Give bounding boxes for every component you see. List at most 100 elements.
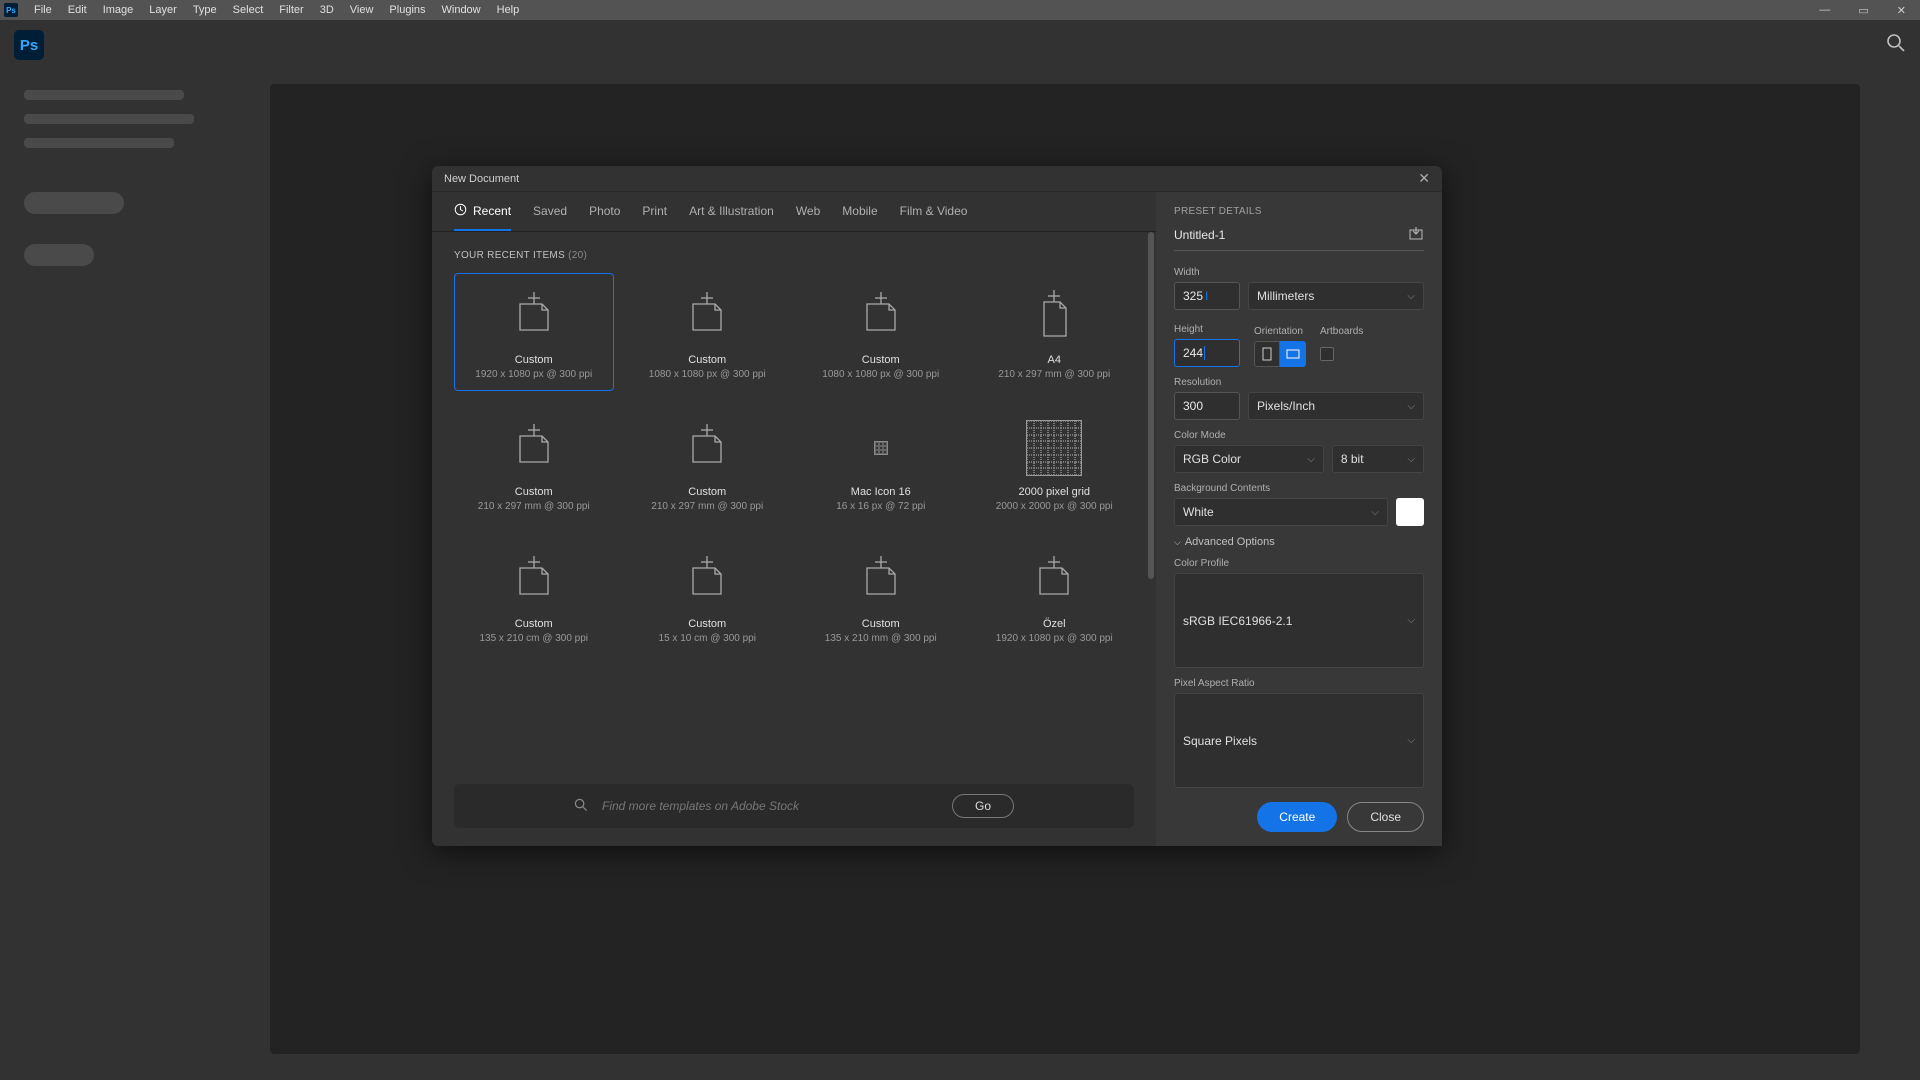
preset-name: A4 [1048, 354, 1061, 366]
adobe-stock-search: Find more templates on Adobe Stock Go [454, 784, 1134, 828]
preset-item[interactable]: Mac Icon 1616 x 16 px @ 72 ppi [801, 405, 961, 523]
skeleton-line [24, 90, 184, 100]
artboards-checkbox[interactable] [1320, 347, 1334, 361]
preset-dims: 210 x 297 mm @ 300 ppi [651, 501, 763, 512]
preset-name: Custom [688, 354, 726, 366]
tab-saved[interactable]: Saved [533, 192, 567, 231]
preset-thumb-icon [679, 552, 735, 608]
menu-window[interactable]: Window [434, 4, 489, 16]
preset-item[interactable]: Custom135 x 210 cm @ 300 ppi [454, 537, 614, 655]
preset-item[interactable]: Custom1080 x 1080 px @ 300 ppi [628, 273, 788, 391]
menu-image[interactable]: Image [95, 4, 142, 16]
minimize-icon[interactable]: — [1811, 4, 1838, 16]
recent-icon [454, 203, 467, 219]
tab-print[interactable]: Print [642, 192, 667, 231]
orientation-landscape-button[interactable] [1280, 341, 1306, 367]
close-window-icon[interactable]: ✕ [1889, 4, 1914, 17]
new-document-dialog: New Document ✕ Recent Saved Photo Print Art … [432, 166, 1442, 846]
preset-thumb-icon [1026, 288, 1082, 344]
preset-dims: 210 x 297 mm @ 300 ppi [478, 501, 590, 512]
menu-layer[interactable]: Layer [141, 4, 185, 16]
preset-dims: 15 x 10 cm @ 300 ppi [659, 633, 756, 644]
tab-web[interactable]: Web [796, 192, 820, 231]
background-color-swatch[interactable] [1396, 498, 1424, 526]
go-button[interactable]: Go [952, 794, 1014, 818]
menu-file[interactable]: File [26, 4, 60, 16]
bit-depth-select[interactable]: 8 bit⌵ [1332, 445, 1424, 473]
preset-thumb-icon [506, 420, 562, 476]
preset-name: Custom [862, 618, 900, 630]
maximize-icon[interactable]: ▭ [1850, 4, 1876, 17]
app-toolbar: Ps [0, 20, 1920, 70]
color-profile-select[interactable]: sRGB IEC61966-2.1⌵ [1174, 573, 1424, 668]
save-preset-icon[interactable] [1408, 225, 1424, 244]
tab-mobile[interactable]: Mobile [842, 192, 877, 231]
preset-thumb-icon [853, 420, 909, 476]
menubar: Ps FileEditImageLayerTypeSelectFilter3DV… [0, 0, 1920, 20]
preset-item[interactable]: Özel1920 x 1080 px @ 300 ppi [975, 537, 1135, 655]
resolution-units-select[interactable]: Pixels/Inch⌵ [1248, 392, 1424, 420]
width-input[interactable]: 325I [1174, 282, 1240, 310]
preset-dims: 135 x 210 mm @ 300 ppi [825, 633, 937, 644]
scrollbar[interactable] [1148, 232, 1154, 774]
chevron-down-icon: ⌵ [1174, 537, 1181, 548]
preset-dims: 1080 x 1080 px @ 300 ppi [822, 369, 939, 380]
preset-item[interactable]: 2000 pixel grid2000 x 2000 px @ 300 ppi [975, 405, 1135, 523]
menu-filter[interactable]: Filter [271, 4, 311, 16]
background-contents-select[interactable]: White⌵ [1174, 498, 1388, 526]
preset-item[interactable]: Custom210 x 297 mm @ 300 ppi [454, 405, 614, 523]
colormode-label: Color Mode [1174, 430, 1424, 441]
preset-name: Custom [688, 618, 726, 630]
preset-item[interactable]: Custom 15 x 10 cm @ 300 ppi [628, 537, 788, 655]
orientation-portrait-button[interactable] [1254, 341, 1280, 367]
width-label: Width [1174, 267, 1424, 278]
preset-dims: 1920 x 1080 px @ 300 ppi [996, 633, 1113, 644]
chevron-down-icon: ⌵ [1371, 507, 1379, 518]
document-name-input[interactable]: Untitled-1 [1174, 228, 1400, 242]
preset-item[interactable]: Custom 135 x 210 mm @ 300 ppi [801, 537, 961, 655]
close-button[interactable]: Close [1347, 802, 1424, 832]
height-label: Height [1174, 324, 1240, 335]
menu-view[interactable]: View [342, 4, 382, 16]
skeleton-line [24, 114, 194, 124]
menu-select[interactable]: Select [225, 4, 272, 16]
preset-thumb-icon [679, 288, 735, 344]
ps-logo-tiny: Ps [4, 3, 18, 17]
chevron-down-icon: ⌵ [1407, 401, 1415, 412]
preset-name: Custom [515, 618, 553, 630]
tab-photo[interactable]: Photo [589, 192, 620, 231]
menu-type[interactable]: Type [185, 4, 225, 16]
dialog-titlebar: New Document ✕ [432, 166, 1442, 192]
preset-item[interactable]: Custom210 x 297 mm @ 300 ppi [628, 405, 788, 523]
menu-help[interactable]: Help [489, 4, 528, 16]
item-count: (20) [568, 250, 587, 261]
tab-art-illustration[interactable]: Art & Illustration [689, 192, 774, 231]
preset-item[interactable]: A4210 x 297 mm @ 300 ppi [975, 273, 1135, 391]
resolution-input[interactable]: 300 [1174, 392, 1240, 420]
search-icon [574, 798, 588, 815]
tab-film-video[interactable]: Film & Video [900, 192, 968, 231]
orientation-label: Orientation [1254, 326, 1306, 337]
search-icon[interactable] [1886, 33, 1906, 58]
tab-recent[interactable]: Recent [454, 192, 511, 231]
height-input[interactable]: 244 [1174, 339, 1240, 367]
menu-edit[interactable]: Edit [60, 4, 95, 16]
units-select[interactable]: Millimeters⌵ [1248, 282, 1424, 310]
stock-search-placeholder[interactable]: Find more templates on Adobe Stock [602, 799, 938, 813]
preset-item[interactable]: Custom1080 x 1080 px @ 300 ppi [801, 273, 961, 391]
skeleton-line [24, 138, 174, 148]
menu-plugins[interactable]: Plugins [381, 4, 433, 16]
ps-logo: Ps [14, 30, 44, 60]
preset-thumb-icon [1026, 552, 1082, 608]
artboards-label: Artboards [1320, 326, 1363, 337]
close-icon[interactable]: ✕ [1418, 170, 1430, 187]
color-mode-select[interactable]: RGB Color⌵ [1174, 445, 1324, 473]
create-button[interactable]: Create [1257, 802, 1337, 832]
pixel-aspect-select[interactable]: Square Pixels⌵ [1174, 693, 1424, 788]
color-profile-label: Color Profile [1174, 558, 1424, 569]
preset-name: Mac Icon 16 [851, 486, 911, 498]
advanced-options-toggle[interactable]: ⌵ Advanced Options [1174, 536, 1424, 548]
preset-item[interactable]: Custom1920 x 1080 px @ 300 ppi [454, 273, 614, 391]
panel-title: PRESET DETAILS [1174, 206, 1424, 217]
menu-3d[interactable]: 3D [312, 4, 342, 16]
